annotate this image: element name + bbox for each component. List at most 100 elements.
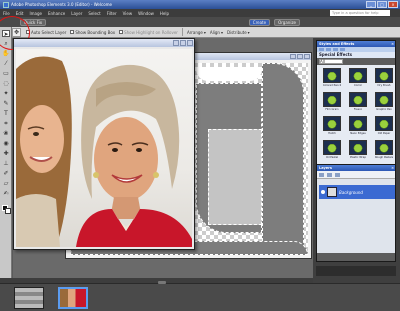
move-tool-preset-icon[interactable]: ✥ [12,28,21,37]
menu-view[interactable]: View [123,11,133,16]
layer-thumbnail [327,187,337,197]
red-eye-tool-icon[interactable]: ◉ [2,140,10,147]
show-bounding-box-option[interactable]: Show Bounding Box [70,30,115,35]
divider [181,28,183,36]
effect-item[interactable]: Comic [347,68,369,89]
tab-icon[interactable] [319,48,324,51]
new-layer-icon[interactable] [319,172,324,177]
selection-brush-tool-icon[interactable]: ✎ [2,100,10,107]
help-search-input[interactable]: Type in a question for help [330,10,390,16]
effect-item[interactable]: Hatch [321,116,343,137]
cookie-cutter-tool-icon[interactable]: ❀ [2,130,10,137]
minimize-button[interactable] [290,54,296,59]
close-button[interactable] [187,40,193,46]
template-photo-slot [208,129,262,225]
move-tool-icon[interactable]: ➤ [2,30,10,38]
maximize-button[interactable]: □ [377,1,387,8]
quick-fix-button[interactable]: Quick Fix [20,18,47,26]
effect-item[interactable]: Graphic Pen [373,92,395,113]
photo-canvas[interactable] [16,49,192,247]
checkbox-icon[interactable] [26,30,30,34]
effect-item[interactable]: Fresco [347,92,369,113]
distribute-dropdown[interactable]: Distribute ▾ [227,30,250,35]
photo-document-window[interactable] [13,38,195,250]
bin-thumbnail-photo[interactable] [58,287,88,309]
effects-filter-dropdown[interactable]: All [319,59,343,64]
marquee-tool-icon[interactable]: ▭ [2,70,10,77]
create-button[interactable]: Create [248,18,271,26]
menu-image[interactable]: Image [29,11,42,16]
maximize-button[interactable] [297,54,303,59]
bin-resize-handle[interactable] [158,281,166,284]
effect-item[interactable]: Old Paper [373,116,395,137]
eraser-tool-icon[interactable]: ▱ [2,180,10,187]
checkbox-icon[interactable] [70,30,75,34]
magic-wand-tool-icon[interactable]: ✦ [2,90,10,97]
menu-edit[interactable]: Edit [16,11,24,16]
menu-layer[interactable]: Layer [71,11,82,16]
options-bar: ✥ Auto Select Layer Show Bounding Box Sh… [0,27,400,38]
bin-thumbnail-template[interactable] [14,287,44,309]
menu-window[interactable]: Window [138,11,154,16]
minimize-button[interactable] [173,40,179,46]
close-button[interactable] [304,54,310,59]
effect-label: Old Paper [377,132,391,135]
maximize-button[interactable] [180,40,186,46]
eyedropper-tool-icon[interactable]: ⁄ [2,60,10,67]
hand-tool-icon[interactable]: ✋ [2,50,10,57]
effect-label: Colored Pencil [322,84,342,87]
effect-item[interactable]: Oil Pastel [321,140,343,161]
show-highlight-option[interactable]: Show Highlight on Rollover [119,30,178,35]
menu-file[interactable]: File [3,11,10,16]
menu-select[interactable]: Select [88,11,100,16]
trash-icon[interactable] [335,172,340,177]
tab-icon[interactable] [340,48,345,51]
tab-icon[interactable] [333,48,338,51]
effect-item[interactable]: Plastic Wrap [347,140,369,161]
close-button[interactable]: × [388,1,398,8]
menu-bar: File Edit Image Enhance Layer Select Fil… [0,9,400,17]
effect-item[interactable]: Dry Brush [373,68,395,89]
arrange-dropdown[interactable]: Arrange ▾ [187,30,206,35]
clone-stamp-tool-icon[interactable]: ⊥ [2,160,10,167]
zoom-tool-icon[interactable]: ⌕ [2,40,10,47]
styles-effects-panel-title[interactable]: Styles and Effects × [317,41,395,47]
type-tool-icon[interactable]: T [2,110,10,117]
effect-thumbnail [375,68,393,83]
tab-icon[interactable] [326,48,331,51]
effect-label: Film Grain [325,108,339,111]
close-icon[interactable]: × [391,41,394,47]
layers-panel: Layers × Background [316,164,396,262]
effect-item[interactable]: Film Grain [321,92,343,113]
align-label: Align [209,29,220,35]
effect-label: Oil Pastel [325,156,339,159]
workspace [13,38,313,278]
eye-icon[interactable] [321,190,325,194]
menu-help[interactable]: Help [160,11,169,16]
organize-button[interactable]: Organize [274,18,300,26]
crop-tool-icon[interactable]: ⌗ [2,120,10,127]
photo-document-titlebar[interactable] [14,39,194,47]
adjustment-layer-icon[interactable] [327,172,332,177]
healing-brush-tool-icon[interactable]: ✚ [2,150,10,157]
panel-title-label: Styles and Effects [319,42,355,46]
effect-item[interactable]: Rough Pastels [373,140,395,161]
effect-item[interactable]: Colored Pencil [321,68,343,89]
lasso-tool-icon[interactable]: ◌ [2,80,10,87]
checkbox-icon[interactable] [119,30,124,34]
pencil-tool-icon[interactable]: ✐ [2,170,10,177]
layer-row-background[interactable]: Background [319,185,395,199]
menu-enhance[interactable]: Enhance [48,11,65,16]
effect-label: Plastic Wrap [350,156,366,159]
effect-label: Neon Edges [350,132,366,135]
effect-item[interactable]: Neon Edges [347,116,369,137]
background-color-swatch[interactable] [5,208,11,214]
minimize-button[interactable]: _ [366,1,376,8]
app-title: Adobe Photoshop Elements 3.0 (Editor) - … [11,2,113,7]
distribute-label: Distribute [226,29,247,35]
menu-filter[interactable]: Filter [107,11,117,16]
auto-select-layer-option[interactable]: Auto Select Layer [26,30,66,35]
effect-thumbnail [349,68,367,83]
align-dropdown[interactable]: Align ▾ [210,30,223,35]
brush-tool-icon[interactable]: ✍ [2,190,10,197]
